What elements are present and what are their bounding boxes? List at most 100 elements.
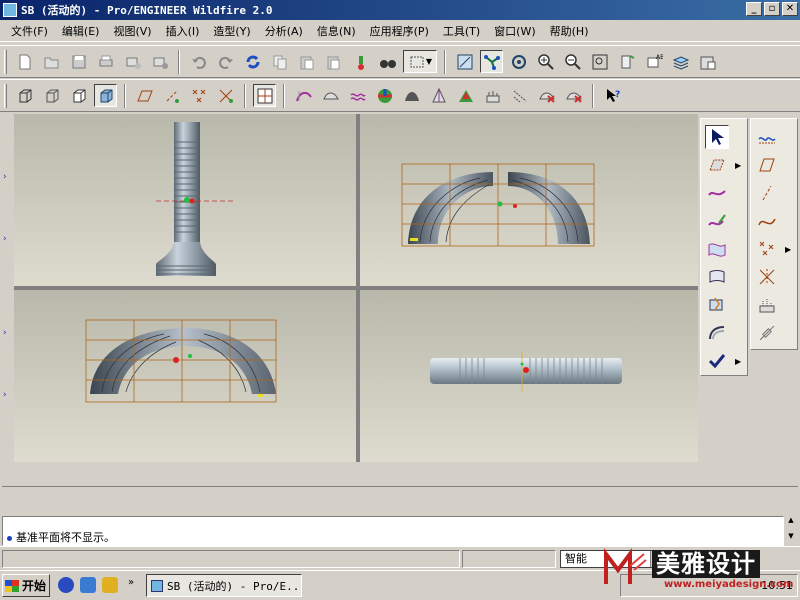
named-view-icon[interactable] — [615, 50, 638, 73]
done-check-icon[interactable] — [705, 349, 729, 373]
redo-icon[interactable] — [214, 50, 237, 73]
datum-axis-tool-icon[interactable] — [755, 181, 779, 205]
curve-network-icon[interactable] — [705, 265, 729, 289]
wireframe-icon[interactable] — [13, 84, 36, 107]
curve-analysis-icon[interactable] — [292, 84, 315, 107]
datum-plane-tool-icon[interactable] — [755, 153, 779, 177]
quicklaunch-browser-icon[interactable] — [58, 577, 74, 593]
print-icon[interactable] — [94, 50, 117, 73]
spin-center-icon[interactable] — [480, 50, 503, 73]
expand-arrow-icon[interactable]: › — [3, 390, 7, 400]
open-icon[interactable] — [40, 50, 63, 73]
deviation-icon[interactable] — [508, 84, 531, 107]
slope-icon[interactable] — [427, 84, 450, 107]
expand-arrow-icon[interactable]: › — [3, 234, 7, 244]
expand-arrow-icon[interactable]: › — [3, 172, 7, 182]
surface-analysis-icon[interactable] — [319, 84, 342, 107]
quicklaunch-ie-icon[interactable] — [80, 577, 96, 593]
edit-curve-icon[interactable] — [705, 209, 729, 233]
new-icon[interactable] — [13, 50, 36, 73]
viewport-front[interactable] — [14, 114, 356, 286]
csys-tool-icon[interactable] — [755, 265, 779, 289]
context-help-icon[interactable]: ? — [601, 84, 624, 107]
viewport-right[interactable] — [14, 290, 356, 462]
set-active-plane-icon[interactable] — [705, 153, 729, 177]
save-icon[interactable] — [67, 50, 90, 73]
email-icon[interactable] — [121, 50, 144, 73]
viewport-top[interactable] — [360, 114, 698, 286]
view-repaint-icon[interactable] — [453, 50, 476, 73]
delete-analysis-icon[interactable] — [535, 84, 558, 107]
shading-icon[interactable] — [94, 84, 117, 107]
coordinate-tool-icon[interactable] — [755, 321, 779, 345]
navigator-strip[interactable]: › › › › — [0, 114, 14, 462]
undo-icon[interactable] — [187, 50, 210, 73]
menu-analysis[interactable]: 分析(A) — [258, 23, 310, 39]
grid-icon[interactable] — [253, 84, 276, 107]
datum-axis-icon[interactable] — [160, 84, 183, 107]
minimize-button[interactable]: _ — [746, 2, 762, 16]
copy-icon[interactable] — [268, 50, 291, 73]
orient-icon[interactable] — [507, 50, 530, 73]
select-arrow-icon[interactable] — [705, 125, 729, 149]
trim-surface-icon[interactable] — [705, 293, 729, 317]
selection-box-icon[interactable]: ▼ — [403, 50, 437, 73]
csys-icon[interactable] — [214, 84, 237, 107]
flyout-arrow-icon[interactable]: ▶ — [785, 245, 791, 254]
regenerate-icon[interactable] — [241, 50, 264, 73]
curve-icon[interactable] — [705, 181, 729, 205]
menu-style[interactable]: 造型(Y) — [206, 23, 257, 39]
datum-curve-icon[interactable] — [755, 209, 779, 233]
menu-info[interactable]: 信息(N) — [310, 23, 363, 39]
sketch-curve-icon[interactable] — [755, 125, 779, 149]
datum-point-tool-icon[interactable] — [755, 237, 779, 261]
scroll-up-icon[interactable]: ▲ — [784, 516, 798, 524]
boundary-surface-icon[interactable] — [705, 237, 729, 261]
appearance-icon[interactable] — [696, 50, 719, 73]
dihedral-icon[interactable] — [454, 84, 477, 107]
menu-window[interactable]: 窗口(W) — [487, 23, 542, 39]
zoom-in-icon[interactable] — [534, 50, 557, 73]
sash-divider[interactable] — [2, 486, 798, 487]
analysis-tool-icon[interactable] — [755, 293, 779, 317]
taskbar-proe-button[interactable]: SB (活动的) - Pro/E... — [146, 574, 302, 597]
quicklaunch-more-icon[interactable]: » — [128, 577, 134, 588]
menu-view[interactable]: 视图(V) — [106, 23, 158, 39]
reflection-icon[interactable] — [373, 84, 396, 107]
menu-help[interactable]: 帮助(H) — [543, 23, 596, 39]
menu-edit[interactable]: 编辑(E) — [55, 23, 107, 39]
quicklaunch-app-icon[interactable] — [102, 577, 118, 593]
toolbar-grip[interactable] — [4, 83, 7, 108]
binoculars-icon[interactable] — [376, 50, 399, 73]
close-button[interactable]: ✕ — [782, 2, 798, 16]
menu-insert[interactable]: 插入(I) — [159, 23, 207, 39]
datum-plane-icon[interactable] — [133, 84, 156, 107]
menu-tools[interactable]: 工具(T) — [436, 23, 487, 39]
paste-special-icon[interactable] — [322, 50, 345, 73]
zoom-out-icon[interactable] — [561, 50, 584, 73]
restore-button[interactable]: ▫ — [764, 2, 780, 16]
graphics-window[interactable] — [14, 114, 698, 462]
email-link-icon[interactable] — [148, 50, 171, 73]
hide-analysis-icon[interactable] — [562, 84, 585, 107]
paste-icon[interactable] — [295, 50, 318, 73]
offset-icon[interactable] — [481, 84, 504, 107]
expand-arrow-icon[interactable]: › — [3, 328, 7, 338]
layers-icon[interactable]: AB — [642, 50, 665, 73]
menu-file[interactable]: 文件(F) — [4, 23, 55, 39]
viewport-default[interactable] — [360, 290, 698, 462]
curvature-icon[interactable] — [346, 84, 369, 107]
start-button[interactable]: 开始 — [2, 574, 50, 597]
flyout-arrow-icon[interactable]: ▶ — [735, 357, 741, 366]
connect-surface-icon[interactable] — [705, 321, 729, 345]
toolbar-grip[interactable] — [4, 49, 7, 74]
flyout-arrow-icon[interactable]: ▶ — [735, 161, 741, 170]
find-icon[interactable] — [349, 50, 372, 73]
menu-applications[interactable]: 应用程序(P) — [363, 23, 436, 39]
scroll-down-icon[interactable]: ▼ — [784, 532, 798, 540]
draft-analysis-icon[interactable] — [400, 84, 423, 107]
no-hidden-icon[interactable] — [67, 84, 90, 107]
hidden-line-icon[interactable] — [40, 84, 63, 107]
message-scrollbar[interactable]: ▲ ▼ — [784, 516, 798, 546]
refit-icon[interactable] — [588, 50, 611, 73]
